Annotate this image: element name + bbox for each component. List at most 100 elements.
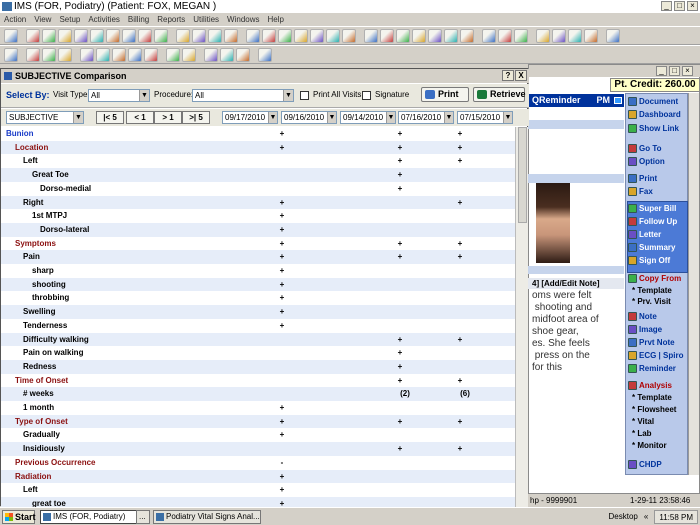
- toolbar-tool-icon[interactable]: [122, 29, 136, 43]
- toolbar-tool-icon[interactable]: [154, 29, 168, 43]
- close-button[interactable]: ×: [687, 1, 698, 11]
- toolbar-tool-icon[interactable]: [26, 29, 40, 43]
- menu-windows[interactable]: Windows: [227, 13, 259, 26]
- toolbar-tool-icon[interactable]: [224, 29, 238, 43]
- grid-row[interactable]: Difficulty walking + +: [1, 332, 515, 347]
- toolbar-tool-icon[interactable]: [208, 29, 222, 43]
- side-item-option[interactable]: Option: [628, 157, 665, 166]
- toolbar-tool-icon[interactable]: [176, 29, 190, 43]
- toolbar-tool-icon[interactable]: [80, 48, 94, 62]
- side-subitem[interactable]: * Vital: [632, 417, 654, 426]
- toolbar-tool-icon[interactable]: [96, 48, 110, 62]
- grid-row[interactable]: Left + +: [1, 154, 515, 168]
- toolbar-tool-icon[interactable]: [144, 48, 158, 62]
- grid-row[interactable]: Left +: [1, 483, 515, 497]
- help-button[interactable]: ?: [502, 70, 514, 81]
- section-select[interactable]: SUBJECTIVE ▼: [6, 111, 84, 124]
- side-subitem[interactable]: * Lab: [632, 429, 652, 438]
- toolbar-tool-icon[interactable]: [412, 29, 426, 43]
- toolbar-expand-icon[interactable]: «: [644, 510, 648, 524]
- toolbar-tool-icon[interactable]: [536, 29, 550, 43]
- toolbar-tool-icon[interactable]: [192, 29, 206, 43]
- side-subitem[interactable]: * Monitor: [632, 441, 667, 450]
- toolbar-tool-icon[interactable]: [396, 29, 410, 43]
- nav-button-0[interactable]: |< 5: [96, 111, 124, 124]
- side-subitem[interactable]: * Flowsheet: [632, 405, 676, 414]
- toolbar-tool-icon[interactable]: [482, 29, 496, 43]
- task-more[interactable]: ...: [136, 510, 150, 524]
- menu-reports[interactable]: Reports: [157, 13, 185, 26]
- toolbar-tool-icon[interactable]: [310, 29, 324, 43]
- toolbar-tool-icon[interactable]: [278, 29, 292, 43]
- grid-row[interactable]: Symptoms + + +: [1, 237, 515, 251]
- grid-row[interactable]: shooting +: [1, 277, 515, 292]
- side-item-copy-from[interactable]: Copy From: [628, 274, 681, 283]
- menu-setup[interactable]: Setup: [59, 13, 80, 26]
- grid-row[interactable]: Pain on walking +: [1, 346, 515, 360]
- toolbar-tool-icon[interactable]: [138, 29, 152, 43]
- procedure-select[interactable]: All ▼: [192, 89, 294, 102]
- side-item-ecg-spiro[interactable]: ECG | Spiro: [628, 351, 683, 360]
- side-subitem[interactable]: * Template: [632, 393, 672, 402]
- toolbar-tool-icon[interactable]: [342, 29, 356, 43]
- grid-row[interactable]: Redness +: [1, 359, 515, 374]
- toolbar-tool-icon[interactable]: [42, 29, 56, 43]
- add-edit-note-link[interactable]: 4] [Add/Edit Note]: [528, 278, 624, 289]
- start-button[interactable]: Start: [2, 510, 36, 524]
- toolbar-tool-icon[interactable]: [606, 29, 620, 43]
- grid-row[interactable]: great toe +: [1, 496, 515, 507]
- grid-row[interactable]: 1st MTPJ +: [1, 209, 515, 223]
- visit-type-select[interactable]: All ▼: [88, 89, 150, 102]
- side-item-fax[interactable]: Fax: [628, 187, 653, 196]
- grid-row[interactable]: Bunion + + +: [1, 127, 515, 141]
- menu-activities[interactable]: Activities: [88, 13, 120, 26]
- nav-button-3[interactable]: >| 5: [182, 111, 210, 124]
- toolbar-tool-icon[interactable]: [112, 48, 126, 62]
- toolbar-tool-icon[interactable]: [584, 29, 598, 43]
- menu-help[interactable]: Help: [268, 13, 284, 26]
- dialog-scrollbar[interactable]: [515, 127, 528, 507]
- signature-checkbox[interactable]: [362, 91, 371, 100]
- print-button[interactable]: Print: [421, 87, 469, 102]
- toolbar-tool-icon[interactable]: [514, 29, 528, 43]
- side-item-summary[interactable]: Summary: [628, 243, 675, 252]
- desktop-toolbar[interactable]: Desktop: [609, 510, 638, 524]
- bg-close-button[interactable]: ×: [682, 66, 693, 76]
- bg-maximize-button[interactable]: □: [669, 66, 680, 76]
- side-subitem[interactable]: * Prv. Visit: [632, 297, 671, 306]
- grid-row[interactable]: Gradually +: [1, 428, 515, 442]
- grid-row[interactable]: Right + +: [1, 195, 515, 210]
- grid-row[interactable]: Dorso-medial +: [1, 182, 515, 196]
- minimize-button[interactable]: _: [661, 1, 672, 11]
- toolbar-tool-icon[interactable]: [106, 29, 120, 43]
- side-item-print[interactable]: Print: [628, 174, 657, 183]
- maximize-button[interactable]: □: [674, 1, 685, 11]
- visit-date-select-0[interactable]: 09/17/2010 ▼: [222, 111, 278, 124]
- side-item-sign-off[interactable]: Sign Off: [628, 256, 670, 265]
- grid-row[interactable]: 1 month +: [1, 401, 515, 415]
- toolbar-tool-icon[interactable]: [258, 48, 272, 62]
- grid-row[interactable]: sharp +: [1, 264, 515, 278]
- dialog-close-button[interactable]: X: [515, 70, 527, 81]
- toolbar-tool-icon[interactable]: [364, 29, 378, 43]
- toolbar-tool-icon[interactable]: [262, 29, 276, 43]
- reminder-bar[interactable]: QReminder PM: [528, 94, 624, 107]
- toolbar-tool-icon[interactable]: [428, 29, 442, 43]
- visit-date-select-2[interactable]: 09/14/2010 ▼: [340, 111, 396, 124]
- toolbar-tool-icon[interactable]: [26, 48, 40, 62]
- side-item-document[interactable]: Document: [628, 97, 678, 106]
- toolbar-tool-icon[interactable]: [236, 48, 250, 62]
- toolbar-tool-icon[interactable]: [326, 29, 340, 43]
- side-item-note[interactable]: Note: [628, 312, 657, 321]
- background-scrollbar[interactable]: [688, 93, 699, 475]
- grid-row[interactable]: Pain + + +: [1, 250, 515, 264]
- print-all-visits-checkbox[interactable]: [300, 91, 309, 100]
- bg-minimize-button[interactable]: _: [656, 66, 667, 76]
- toolbar-tool-icon[interactable]: [498, 29, 512, 43]
- nav-button-1[interactable]: < 1: [126, 111, 154, 124]
- grid-row[interactable]: throbbing +: [1, 291, 515, 305]
- toolbar-tool-icon[interactable]: [182, 48, 196, 62]
- retrieve-button[interactable]: Retrieve: [473, 87, 526, 102]
- grid-row[interactable]: Type of Onset + + +: [1, 414, 515, 429]
- grid-row[interactable]: Time of Onset + +: [1, 374, 515, 388]
